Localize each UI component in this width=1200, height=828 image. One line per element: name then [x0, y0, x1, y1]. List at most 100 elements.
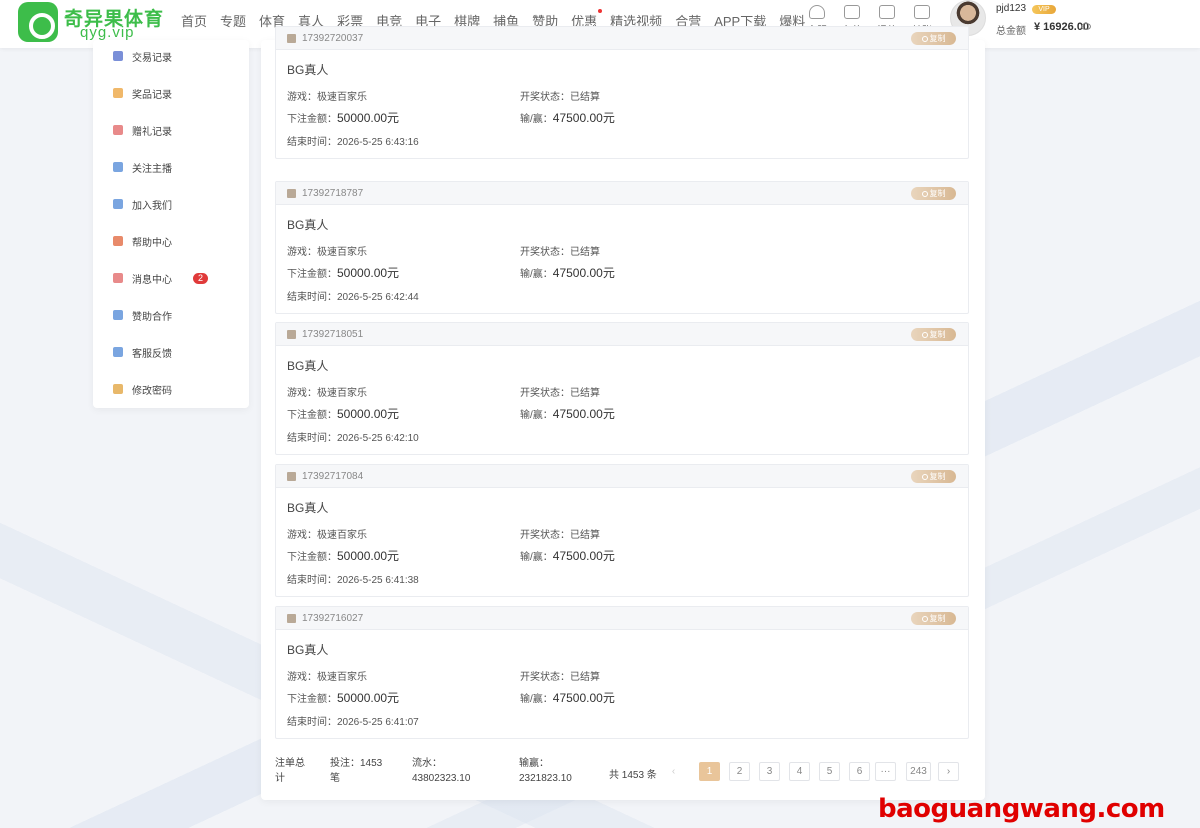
copy-button[interactable]: 复制 [911, 32, 956, 45]
sidebar-item-label: 修改密码 [132, 385, 172, 397]
game-value: 极速百家乐 [317, 247, 367, 258]
sidebar-item[interactable]: 帮助中心 [113, 231, 172, 251]
game-value: 极速百家乐 [317, 672, 367, 683]
platform-name: BG真人 [287, 63, 329, 77]
handshake-icon [113, 310, 123, 320]
end-time-field: 结束时间：2026-5-25 6:42:10 [287, 429, 419, 444]
bet-record-card: 17392720037 复制 BG真人 游戏：极速百家乐 开奖状态：已结算 下注… [275, 26, 969, 159]
sidebar-item[interactable]: 赠礼记录 [113, 120, 172, 140]
next-page-button[interactable]: › [938, 762, 959, 781]
pagination-total: 共 1453 条 [609, 770, 657, 781]
winloss-field: 输/赢：47500.00元 [520, 689, 615, 706]
end-time-value: 2026-5-25 6:41:38 [337, 575, 419, 586]
winloss-label: 输/赢： [520, 552, 553, 563]
message-icon [113, 273, 123, 283]
game-value: 极速百家乐 [317, 388, 367, 399]
heart-icon [113, 162, 123, 172]
game-label: 游戏： [287, 388, 317, 399]
sidebar-item[interactable]: 加入我们 [113, 194, 172, 214]
brand-domain: qyg.vip [80, 24, 135, 41]
bet-field: 下注金额：50000.00元 [287, 264, 399, 281]
platform-name: BG真人 [287, 218, 329, 232]
copy-button[interactable]: 复制 [911, 328, 956, 341]
status-label: 开奖状态： [520, 247, 570, 258]
record-header: 17392716027 复制 [276, 607, 968, 630]
order-icon [287, 471, 296, 481]
status-field: 开奖状态：已结算 [520, 384, 600, 399]
watermark: baoguangwang.com [878, 794, 1165, 824]
record-header: 17392720037 复制 [276, 27, 968, 50]
record-header: 17392718051 复制 [276, 323, 968, 346]
sidebar-item[interactable]: 关注主播 [113, 157, 172, 177]
summary-title: 注单总 计 [275, 756, 305, 786]
summary-title-line: 注单总 [275, 758, 305, 769]
sidebar-item[interactable]: 赞助合作 [113, 305, 172, 325]
page-button[interactable]: 3 [759, 762, 780, 781]
pagination-ellipsis[interactable]: ··· [875, 762, 896, 781]
status-label: 开奖状态： [520, 388, 570, 399]
summary-flow-line: 43802323.10 [412, 773, 471, 784]
page-button[interactable]: 5 [819, 762, 840, 781]
bet-record-card: 17392716027 复制 BG真人 游戏：极速百家乐 开奖状态：已结算 下注… [275, 606, 969, 739]
sidebar-item-label: 交易记录 [132, 52, 172, 64]
status-label: 开奖状态： [520, 92, 570, 103]
summary-winloss: 输赢： 2321823.10 [519, 756, 572, 786]
order-number: 17392716027 [302, 612, 364, 624]
game-field: 游戏：极速百家乐 [287, 243, 367, 258]
unread-badge: 2 [193, 272, 208, 284]
sidebar-item[interactable]: 交易记录 [113, 46, 172, 66]
summary-bets-line: 投注：1453 [330, 758, 383, 769]
page-button[interactable]: 6 [849, 762, 870, 781]
sidebar-item-label: 消息中心 [132, 274, 172, 286]
bet-value: 50000.00元 [337, 407, 400, 421]
bet-record-card: 17392718787 复制 BG真人 游戏：极速百家乐 开奖状态：已结算 下注… [275, 181, 969, 314]
status-value: 已结算 [570, 672, 600, 683]
status-field: 开奖状态：已结算 [520, 526, 600, 541]
game-value: 极速百家乐 [317, 530, 367, 541]
platform-name: BG真人 [287, 501, 329, 515]
order-icon [287, 613, 296, 623]
bet-field: 下注金额：50000.00元 [287, 547, 399, 564]
copy-icon [921, 35, 928, 42]
sidebar-item[interactable]: 消息中心 2 [113, 268, 208, 288]
sidebar-item[interactable]: 奖品记录 [113, 83, 172, 103]
copy-icon [921, 190, 928, 197]
copy-label: 复制 [929, 472, 946, 481]
eye-icon[interactable] [1081, 23, 1091, 30]
sidebar-item[interactable]: 修改密码 [113, 379, 172, 399]
headset-icon [809, 5, 825, 19]
copy-button[interactable]: 复制 [911, 187, 956, 200]
summary-flow: 流水： 43802323.10 [412, 756, 470, 786]
end-time-field: 结束时间：2026-5-25 6:43:16 [287, 133, 419, 148]
copy-button[interactable]: 复制 [911, 470, 956, 483]
page-button[interactable]: 1 [699, 762, 720, 781]
status-field: 开奖状态：已结算 [520, 668, 600, 683]
sidebar-item-label: 帮助中心 [132, 237, 172, 249]
sidebar-item-label: 关注主播 [132, 163, 172, 175]
game-field: 游戏：极速百家乐 [287, 384, 367, 399]
platform-name: BG真人 [287, 643, 329, 657]
bet-label: 下注金额： [287, 694, 337, 705]
end-time-value: 2026-5-25 6:42:10 [337, 433, 419, 444]
sidebar-item[interactable]: 客服反馈 [113, 342, 172, 362]
winloss-value: 47500.00元 [552, 266, 615, 280]
page-button[interactable]: 2 [729, 762, 750, 781]
nav-item[interactable]: 专题 [220, 11, 246, 30]
game-label: 游戏： [287, 92, 317, 103]
winloss-value: 47500.00元 [552, 111, 615, 125]
prev-page-button[interactable]: ‹ [663, 762, 684, 781]
winloss-label: 输/赢： [520, 694, 553, 705]
summary-winloss-line: 2321823.10 [519, 773, 572, 784]
nav-item[interactable]: 首页 [181, 11, 207, 30]
page-last-button[interactable]: 243 [906, 762, 931, 781]
end-time-label: 结束时间： [287, 137, 337, 148]
game-field: 游戏：极速百家乐 [287, 526, 367, 541]
order-number: 17392720037 [302, 32, 364, 44]
copy-button[interactable]: 复制 [911, 612, 956, 625]
status-value: 已结算 [570, 388, 600, 399]
balance-label: 总金额 [996, 26, 1026, 37]
copy-label: 复制 [929, 34, 946, 43]
bet-value: 50000.00元 [337, 691, 400, 705]
end-time-value: 2026-5-25 6:41:07 [337, 717, 419, 728]
page-button[interactable]: 4 [789, 762, 810, 781]
